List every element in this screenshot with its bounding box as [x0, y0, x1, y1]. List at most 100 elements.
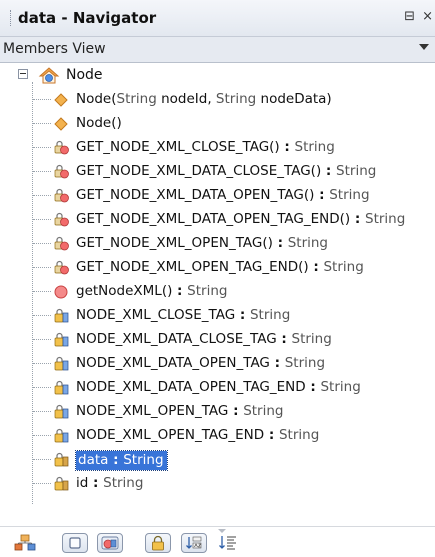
member-label: NODE_XML_OPEN_TAG_END : String — [76, 427, 319, 443]
type-separator: : — [108, 452, 124, 468]
member-row[interactable]: GET_NODE_XML_CLOSE_TAG() : String — [0, 136, 435, 160]
param-type: String — [215, 91, 257, 107]
tree-root-node[interactable]: Node — [0, 64, 435, 88]
sort-by-name-button[interactable] — [181, 533, 207, 553]
member-type: String — [243, 403, 284, 419]
member-name: Node( — [76, 91, 117, 107]
member-label: GET_NODE_XML_OPEN_TAG_END() : String — [76, 259, 364, 275]
member-row[interactable]: GET_NODE_XML_OPEN_TAG() : String — [0, 232, 435, 256]
sort-by-name-icon — [186, 536, 202, 549]
drag-grip[interactable] — [10, 10, 14, 26]
member-row[interactable]: NODE_XML_DATA_OPEN_TAG : String — [0, 352, 435, 376]
show-fields-button[interactable] — [62, 533, 88, 553]
member-label: NODE_XML_DATA_CLOSE_TAG : String — [76, 331, 332, 347]
member-type: String — [284, 355, 326, 371]
member-name: Node() — [76, 115, 122, 131]
member-type: String — [249, 307, 291, 323]
type-separator: : — [235, 307, 250, 323]
member-label: GET_NODE_XML_DATA_CLOSE_TAG() : String — [76, 163, 376, 179]
hierarchy-button[interactable] — [12, 533, 38, 553]
member-name: id — [76, 475, 89, 491]
member-label: Node() — [76, 115, 122, 131]
chevron-down-icon[interactable] — [419, 44, 429, 50]
member-row[interactable]: Node() — [0, 112, 435, 136]
member-row[interactable]: NODE_XML_OPEN_TAG : String — [0, 400, 435, 424]
member-label: Node(String nodeId, String nodeData) — [76, 91, 332, 107]
member-name: data — [78, 452, 109, 468]
tree-connector — [33, 291, 51, 292]
constructor-icon — [53, 116, 69, 132]
member-name: NODE_XML_DATA_CLOSE_TAG — [76, 331, 277, 347]
tree-connector — [33, 267, 51, 268]
member-row[interactable]: data : String — [0, 448, 435, 472]
member-name: NODE_XML_CLOSE_TAG — [76, 307, 236, 323]
member-label: GET_NODE_XML_OPEN_TAG() : String — [76, 235, 328, 251]
type-separator: : — [88, 475, 104, 491]
type-separator: : — [269, 355, 285, 371]
member-row[interactable]: GET_NODE_XML_DATA_OPEN_TAG() : String — [0, 184, 435, 208]
close-button[interactable]: × — [422, 9, 433, 24]
member-type: String — [287, 235, 328, 251]
tree-connector — [33, 195, 51, 196]
member-label: data : String — [75, 450, 168, 471]
param-name: nodeData) — [256, 91, 332, 107]
tree-connector — [33, 459, 51, 460]
tree-connector — [33, 123, 51, 124]
member-row[interactable]: GET_NODE_XML_DATA_OPEN_TAG_END() : Strin… — [0, 208, 435, 232]
member-row[interactable]: GET_NODE_XML_OPEN_TAG_END() : String — [0, 256, 435, 280]
member-type: String — [329, 187, 370, 203]
member-label: NODE_XML_CLOSE_TAG : String — [76, 307, 290, 323]
tree-connector — [33, 435, 51, 436]
member-label: NODE_XML_DATA_OPEN_TAG : String — [76, 355, 325, 371]
member-type: String — [187, 283, 228, 299]
type-separator: : — [321, 163, 337, 179]
type-separator: : — [272, 235, 288, 251]
member-name: GET_NODE_XML_OPEN_TAG_END() — [76, 259, 309, 275]
param-type: String — [116, 91, 157, 107]
tree-connector — [33, 99, 51, 100]
tree-connector — [33, 147, 51, 148]
show-static-button[interactable] — [97, 533, 123, 553]
member-label: id : String — [76, 475, 143, 491]
type-separator: : — [264, 427, 279, 443]
member-type: String — [336, 163, 377, 179]
member-label: GET_NODE_XML_DATA_OPEN_TAG_END() : Strin… — [76, 211, 405, 227]
member-row[interactable]: NODE_XML_DATA_CLOSE_TAG : String — [0, 328, 435, 352]
view-selector[interactable]: Members View — [0, 37, 435, 63]
member-name: NODE_XML_OPEN_TAG_END — [76, 427, 265, 443]
member-name: NODE_XML_DATA_OPEN_TAG_END — [76, 379, 306, 395]
member-row[interactable]: NODE_XML_DATA_OPEN_TAG_END : String — [0, 376, 435, 400]
minimize-button[interactable]: ⊟ — [404, 9, 415, 24]
member-name: GET_NODE_XML_DATA_OPEN_TAG() — [76, 187, 315, 203]
method-icon — [53, 284, 69, 300]
type-separator: : — [228, 403, 244, 419]
tree-connector — [33, 339, 51, 340]
member-name: getNodeXML() — [76, 283, 173, 299]
filter-toolbar — [0, 526, 435, 555]
type-separator: : — [308, 259, 324, 275]
type-separator: : — [350, 211, 366, 227]
show-non-public-button[interactable] — [145, 533, 171, 553]
tree-connector — [33, 315, 51, 316]
member-label: getNodeXML() : String — [76, 283, 227, 299]
static-method-icon — [53, 236, 69, 252]
member-row[interactable]: id : String — [0, 472, 435, 496]
member-row[interactable]: NODE_XML_CLOSE_TAG : String — [0, 304, 435, 328]
members-tree: Node Node(String nodeId, String nodeData… — [0, 64, 435, 526]
tree-connector — [33, 363, 51, 364]
member-type: String — [294, 139, 335, 155]
sort-by-source-button[interactable] — [215, 533, 241, 553]
view-selector-value: Members View — [3, 41, 106, 57]
member-row[interactable]: GET_NODE_XML_DATA_CLOSE_TAG() : String — [0, 160, 435, 184]
static-method-icon — [53, 212, 69, 228]
member-row[interactable]: Node(String nodeId, String nodeData) — [0, 88, 435, 112]
member-type: String — [103, 475, 144, 491]
member-row[interactable]: NODE_XML_OPEN_TAG_END : String — [0, 424, 435, 448]
tree-connector — [33, 243, 51, 244]
collapse-toggle[interactable] — [18, 69, 28, 79]
tree-connector — [33, 411, 51, 412]
static-method-icon — [53, 164, 69, 180]
lock-icon — [152, 535, 164, 551]
member-type: String — [291, 331, 332, 347]
member-row[interactable]: getNodeXML() : String — [0, 280, 435, 304]
